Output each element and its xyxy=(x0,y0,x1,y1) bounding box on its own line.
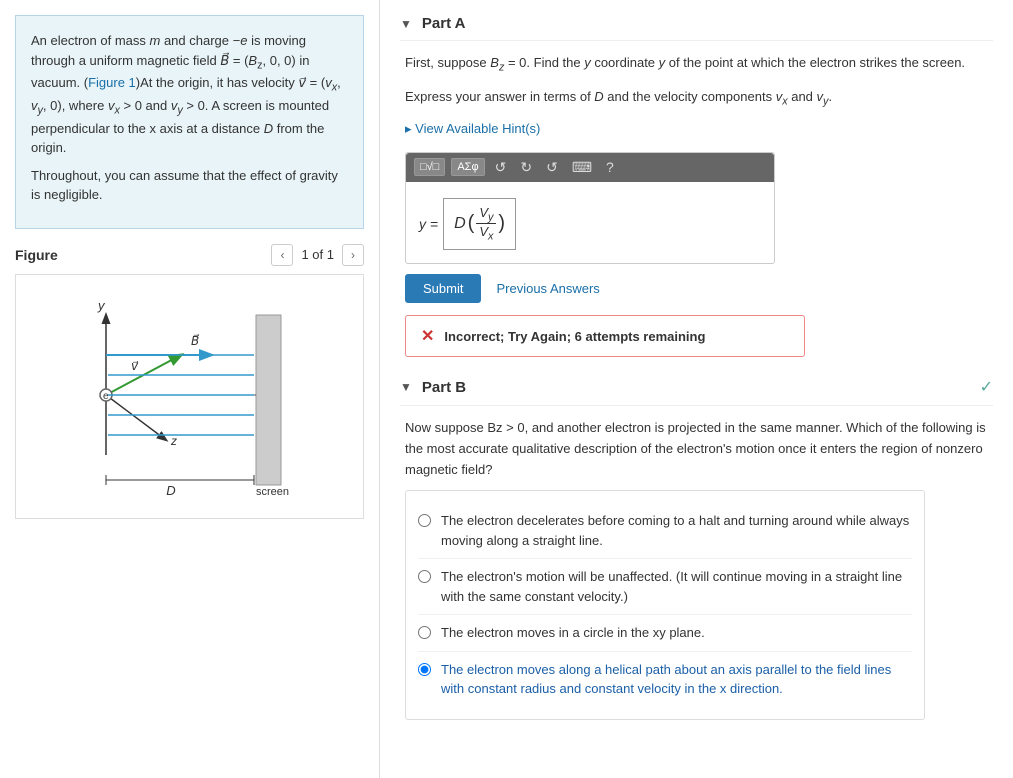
svg-text:z: z xyxy=(170,434,177,448)
part-b-checkmark: ✓ xyxy=(980,377,993,397)
figure-header: Figure ‹ 1 of 1 › xyxy=(15,244,364,266)
figure-prev-btn[interactable]: ‹ xyxy=(271,244,293,266)
svg-text:y: y xyxy=(97,298,106,313)
radio-input-1[interactable] xyxy=(418,514,431,527)
part-b-title: Part B xyxy=(422,379,466,396)
radio-label-2: The electron's motion will be unaffected… xyxy=(441,567,912,606)
math-toolbar: □√□ ΑΣφ ↺ ↻ ↺ ⌨ ? xyxy=(406,153,774,182)
radio-option-2: The electron's motion will be unaffected… xyxy=(418,559,912,615)
part-a-toggle[interactable]: ▼ xyxy=(400,17,412,31)
problem-line1: An electron of mass m and charge −e is m… xyxy=(31,31,348,158)
error-box: ✕ Incorrect; Try Again; 6 attempts remai… xyxy=(405,315,805,357)
part-b-question: Now suppose Bz > 0, and another electron… xyxy=(405,418,993,480)
math-display[interactable]: y = D ( Vy Vx ) xyxy=(411,190,769,258)
toolbar-redo-btn[interactable]: ↻ xyxy=(516,157,536,178)
toolbar-keyboard-btn[interactable]: ⌨ xyxy=(568,157,596,178)
figure-svg: y B⃗ v⃗ z xyxy=(26,285,326,505)
math-paren-close: ) xyxy=(498,212,505,235)
toolbar-sqrt-btn[interactable]: □√□ xyxy=(414,158,445,176)
figure-page-indicator: 1 of 1 xyxy=(301,247,334,262)
svg-text:screen: screen xyxy=(256,486,289,498)
view-hints-link[interactable]: ▸ View Available Hint(s) xyxy=(405,121,993,137)
toolbar-help-btn[interactable]: ? xyxy=(602,157,618,177)
previous-answers-link[interactable]: Previous Answers xyxy=(496,281,599,296)
math-formula: D ( Vy Vx ) xyxy=(443,198,516,250)
part-a-section: ▼ Part A First, suppose Bz = 0. Find the… xyxy=(400,15,993,357)
math-denominator: Vx xyxy=(476,224,496,243)
error-message: Incorrect; Try Again; 6 attempts remaini… xyxy=(444,329,705,344)
radio-option-3: The electron moves in a circle in the xy… xyxy=(418,615,912,652)
radio-option-4: The electron moves along a helical path … xyxy=(418,652,912,707)
toolbar-refresh-btn[interactable]: ↺ xyxy=(542,157,562,178)
part-a-content: First, suppose Bz = 0. Find the y coordi… xyxy=(400,53,993,357)
figure-section: Figure ‹ 1 of 1 › y xyxy=(15,244,364,519)
right-panel: ▼ Part A First, suppose Bz = 0. Find the… xyxy=(380,0,1013,778)
math-paren-open: ( xyxy=(468,212,475,235)
figure-next-btn[interactable]: › xyxy=(342,244,364,266)
svg-text:e: e xyxy=(103,391,109,402)
radio-option-1: The electron decelerates before coming t… xyxy=(418,503,912,559)
part-b-content: Now suppose Bz > 0, and another electron… xyxy=(400,418,993,720)
math-input-container: □√□ ΑΣφ ↺ ↻ ↺ ⌨ ? y = D ( xyxy=(405,152,775,264)
math-fraction: Vy Vx xyxy=(476,205,496,243)
toolbar-undo-btn[interactable]: ↺ xyxy=(491,157,511,178)
svg-text:D: D xyxy=(166,483,175,498)
radio-label-3: The electron moves in a circle in the xy… xyxy=(441,623,912,643)
radio-input-2[interactable] xyxy=(418,570,431,583)
figure-nav: ‹ 1 of 1 › xyxy=(271,244,364,266)
toolbar-alpha-btn[interactable]: ΑΣφ xyxy=(451,158,484,176)
svg-text:B⃗: B⃗ xyxy=(191,334,199,348)
svg-text:v⃗: v⃗ xyxy=(131,359,139,373)
part-a-express: Express your answer in terms of D and th… xyxy=(405,87,993,111)
radio-label-1: The electron decelerates before coming t… xyxy=(441,511,912,550)
math-y-label: y = xyxy=(419,216,438,232)
part-b-section: ▼ Part B ✓ Now suppose Bz > 0, and anoth… xyxy=(400,377,993,720)
action-row: Submit Previous Answers xyxy=(405,274,993,303)
part-a-question: First, suppose Bz = 0. Find the y coordi… xyxy=(405,53,993,77)
part-a-title: Part A xyxy=(422,15,466,32)
part-a-header: ▼ Part A xyxy=(400,15,993,41)
figure-title: Figure xyxy=(15,247,58,263)
math-numerator: Vy xyxy=(476,205,496,225)
submit-button[interactable]: Submit xyxy=(405,274,481,303)
radio-input-3[interactable] xyxy=(418,626,431,639)
figure-diagram: y B⃗ v⃗ z xyxy=(15,274,364,519)
radio-input-4[interactable] xyxy=(418,663,431,676)
error-icon: ✕ xyxy=(421,326,434,346)
part-b-header: ▼ Part B ✓ xyxy=(400,377,993,406)
problem-statement: An electron of mass m and charge −e is m… xyxy=(15,15,364,229)
problem-gravity: Throughout, you can assume that the effe… xyxy=(31,166,348,205)
part-b-toggle[interactable]: ▼ xyxy=(400,380,412,394)
radio-options-container: The electron decelerates before coming t… xyxy=(405,490,925,720)
math-D: D xyxy=(454,215,466,233)
radio-label-4: The electron moves along a helical path … xyxy=(441,660,912,699)
